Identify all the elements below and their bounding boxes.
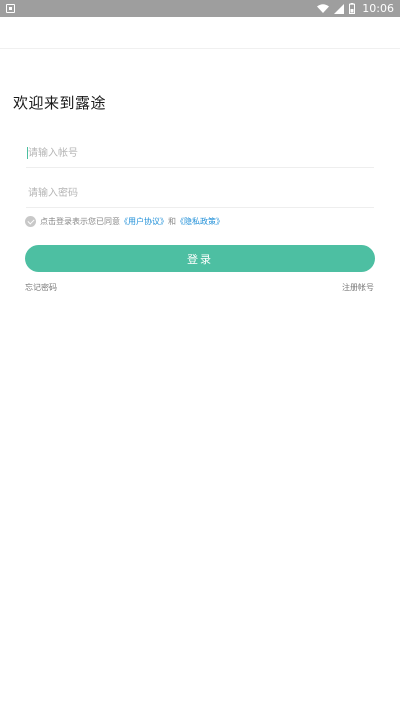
wifi-icon	[317, 3, 330, 13]
login-button[interactable]: 登录	[25, 245, 375, 272]
battery-icon	[349, 3, 356, 14]
text-caret	[27, 147, 28, 159]
header-divider	[0, 48, 400, 49]
account-field[interactable]	[26, 139, 376, 168]
status-icons: 10:06	[317, 0, 394, 17]
page-title: 欢迎来到露途	[13, 94, 107, 112]
agreement-check-icon[interactable]	[25, 216, 36, 227]
forgot-password-link[interactable]: 忘记密码	[25, 282, 57, 293]
agreement-row: 点击登录表示您已同意 《用户协议》 和 《隐私政策》	[25, 216, 224, 227]
agreement-and: 和	[168, 217, 176, 226]
user-agreement-link[interactable]: 《用户协议》	[120, 216, 168, 227]
register-account-link[interactable]: 注册帐号	[342, 282, 374, 293]
agreement-prefix: 点击登录表示您已同意	[40, 217, 120, 226]
password-field[interactable]	[26, 179, 376, 208]
status-bar: 10:06	[0, 0, 400, 17]
app-notification-icon	[6, 4, 15, 13]
login-screen: 10:06 欢迎来到露途 点击登录表示您已同意 《用户协议》 和 《隐私政策》 …	[0, 0, 400, 711]
account-input[interactable]	[26, 139, 376, 167]
status-time: 10:06	[362, 2, 394, 15]
privacy-policy-link[interactable]: 《隐私政策》	[176, 216, 224, 227]
password-input[interactable]	[26, 179, 376, 207]
signal-icon	[334, 3, 345, 14]
